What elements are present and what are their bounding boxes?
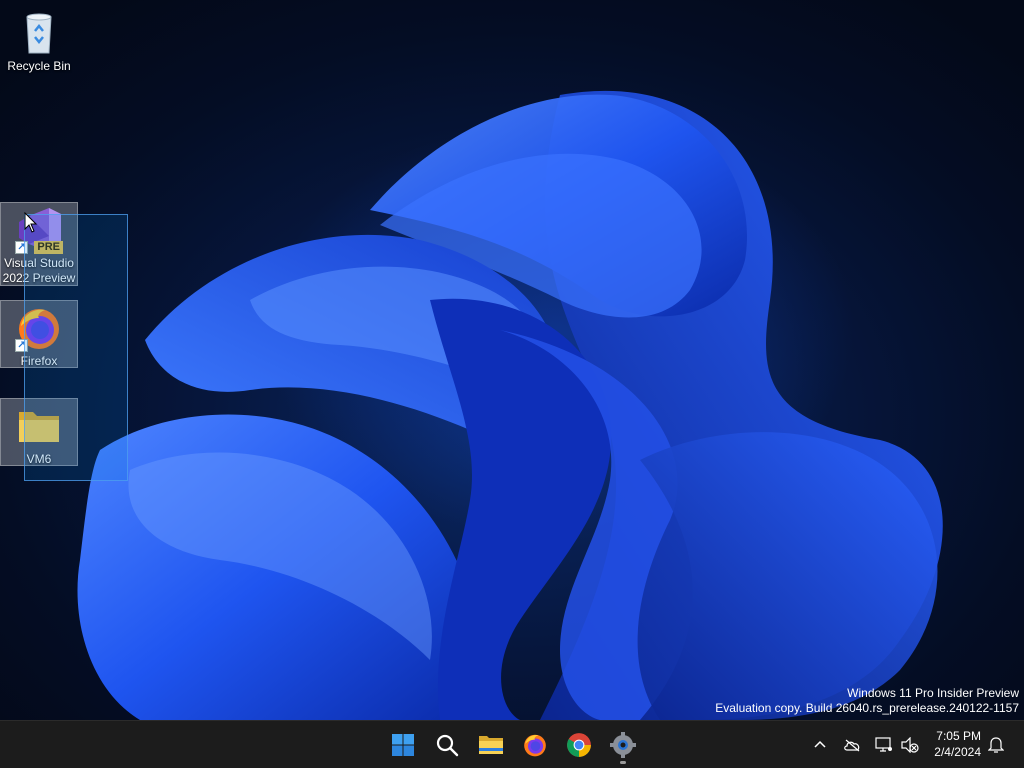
clock-date: 2/4/2024 (934, 745, 981, 759)
desktop-icon-label: Recycle Bin (7, 59, 71, 73)
settings-icon (610, 732, 636, 758)
notifications-icon (988, 737, 1004, 753)
watermark-edition: Windows 11 Pro Insider Preview (847, 686, 1019, 700)
taskbar-chrome-button[interactable] (559, 725, 599, 765)
show-hidden-icons-button[interactable] (808, 729, 832, 761)
wallpaper-bloom (77, 90, 943, 720)
chevron-up-icon (814, 740, 826, 748)
volume-muted-icon (901, 737, 919, 753)
windows-watermark: Windows 11 Pro Insider Preview Evaluatio… (715, 686, 1019, 716)
onedrive-button[interactable] (840, 729, 864, 761)
clock-time: 7:05 PM (936, 729, 981, 743)
file-explorer-button[interactable] (471, 725, 511, 765)
notifications-button[interactable] (984, 729, 1008, 761)
search-icon (436, 734, 459, 757)
taskbar-firefox-button[interactable] (515, 725, 555, 765)
desktop[interactable]: Recycle Bin PRE ↗ Visual Studio 2022 Pre… (0, 0, 1024, 720)
firefox-icon (524, 734, 546, 757)
desktop-icon-recycle-bin[interactable]: Recycle Bin (0, 6, 78, 78)
watermark-build: Evaluation copy. Build 26040.rs_prerelea… (715, 701, 1019, 715)
start-button[interactable] (383, 725, 423, 765)
network-icon (875, 737, 892, 752)
clock[interactable]: 7:05 PM 2/4/2024 (934, 728, 981, 760)
selection-rectangle (24, 214, 128, 481)
running-indicator (620, 761, 626, 764)
mouse-cursor-icon (24, 212, 38, 233)
start-icon (392, 734, 414, 756)
search-button[interactable] (427, 725, 467, 765)
taskbar: 7:05 PM 2/4/2024 (0, 720, 1024, 768)
volume-button[interactable] (898, 729, 922, 761)
taskbar-settings-button[interactable] (603, 725, 643, 765)
chrome-icon (567, 733, 591, 757)
onedrive-offline-icon (844, 739, 860, 752)
file-explorer-icon (479, 736, 503, 754)
network-button[interactable] (872, 729, 896, 761)
recycle-bin-icon (15, 9, 63, 57)
